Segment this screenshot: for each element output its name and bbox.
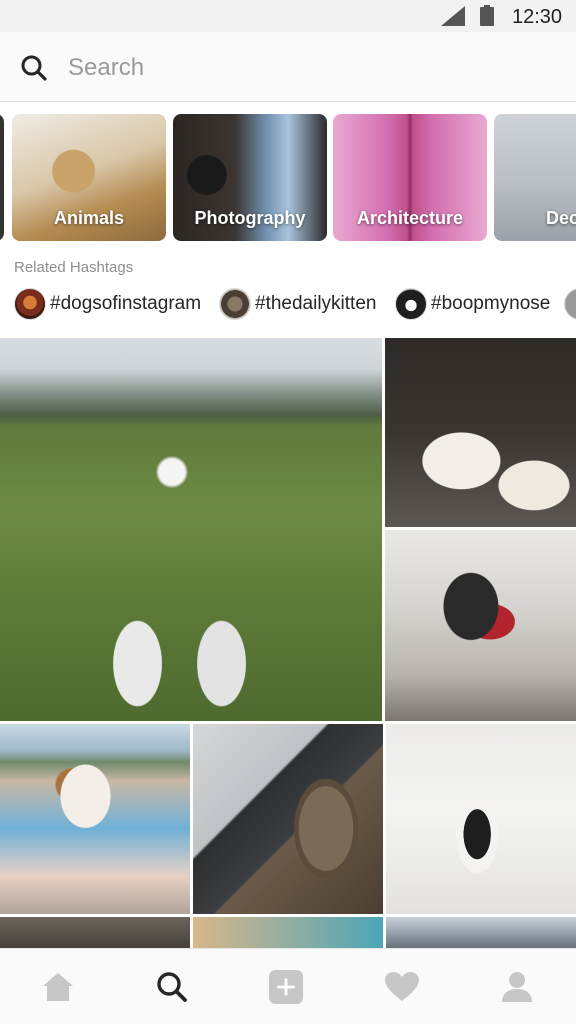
status-time: 12:30 bbox=[512, 6, 563, 28]
category-tile-decor[interactable]: Dec bbox=[494, 114, 576, 241]
category-tile-partial[interactable] bbox=[0, 114, 4, 241]
hashtag-avatar bbox=[395, 288, 427, 320]
grid-photo[interactable] bbox=[0, 917, 190, 948]
category-tile-architecture[interactable]: Architecture bbox=[333, 114, 487, 241]
add-icon bbox=[268, 969, 304, 1005]
hashtag-label: #dogsofinstagram bbox=[50, 293, 202, 314]
search-bar[interactable]: Search bbox=[0, 32, 576, 102]
cat-with-laptop-photo[interactable] bbox=[193, 724, 383, 914]
nav-activity[interactable] bbox=[384, 969, 420, 1005]
category-tile-photography[interactable]: Photography bbox=[173, 114, 327, 241]
heart-icon bbox=[385, 972, 419, 1001]
dog-on-bed-photo[interactable] bbox=[386, 724, 576, 914]
dog-in-snow-photo[interactable] bbox=[385, 530, 576, 721]
nav-add[interactable] bbox=[268, 969, 304, 1005]
hashtag-dogsofinstagram[interactable]: #dogsofinstagram bbox=[14, 286, 201, 322]
nav-search[interactable] bbox=[154, 969, 190, 1005]
explore-grid[interactable] bbox=[0, 338, 576, 948]
home-icon bbox=[43, 973, 73, 1001]
hashtag-label: #thedailykitten bbox=[255, 293, 377, 314]
category-label-architecture: Architecture bbox=[356, 208, 464, 228]
hashtag-thedailykitten[interactable]: #thedailykitten bbox=[219, 286, 376, 322]
status-bar: 12:30 bbox=[0, 0, 576, 32]
search-icon[interactable] bbox=[20, 54, 48, 82]
nav-home[interactable] bbox=[40, 969, 76, 1005]
profile-icon bbox=[502, 972, 532, 1002]
hashtag-row[interactable]: #dogsofinstagram #thedailykitten #boopmy… bbox=[0, 286, 576, 322]
hashtag-avatar bbox=[14, 288, 46, 320]
signal-icon bbox=[441, 6, 465, 26]
bunny-photo[interactable] bbox=[385, 338, 576, 527]
hashtag-avatar bbox=[564, 288, 576, 320]
category-label-decor: Dec bbox=[546, 208, 576, 228]
hashtag-label: #boopmynose bbox=[431, 293, 551, 314]
category-label-animals: Animals bbox=[53, 208, 125, 228]
grid-photo[interactable] bbox=[193, 917, 383, 948]
dog-on-graffiti-photo[interactable] bbox=[0, 724, 190, 914]
category-tile-animals[interactable]: Animals bbox=[12, 114, 166, 241]
category-carousel[interactable]: Animals Photography Architecture Dec bbox=[0, 114, 576, 242]
search-input[interactable]: Search bbox=[68, 55, 144, 81]
nav-profile[interactable] bbox=[499, 969, 535, 1005]
battery-icon bbox=[480, 5, 494, 26]
category-label-photography: Photography bbox=[194, 208, 306, 228]
hashtag-partial[interactable] bbox=[564, 286, 576, 322]
related-hashtags-title: Related Hashtags bbox=[14, 259, 134, 276]
bottom-nav bbox=[0, 948, 576, 1024]
hashtag-boopmynose[interactable]: #boopmynose bbox=[395, 286, 550, 322]
hashtag-avatar bbox=[219, 288, 251, 320]
dog-on-grass-photo[interactable] bbox=[0, 338, 382, 721]
grid-photo[interactable] bbox=[386, 917, 576, 948]
search-icon bbox=[157, 972, 187, 1002]
